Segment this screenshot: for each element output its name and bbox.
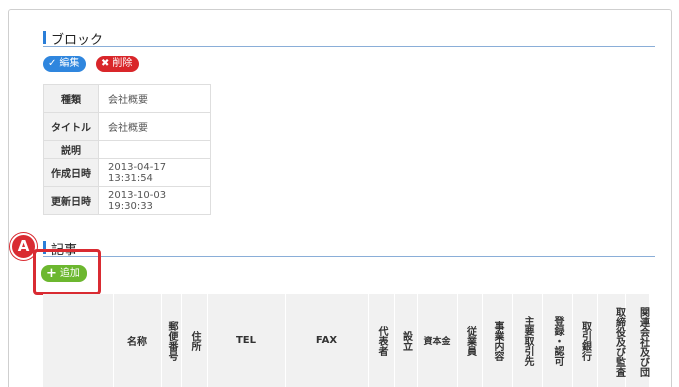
column-header-address: 住所: [181, 294, 208, 387]
info-label: 種類: [43, 84, 99, 113]
annotation-highlight-box: [33, 249, 101, 295]
edit-button[interactable]: ✓ 編集: [43, 56, 87, 72]
column-header-directors: 取締役及び監査: [597, 294, 626, 387]
articles-section-header: 記事: [43, 238, 655, 258]
articles-table: 名称 郵便番号 住所 TEL FAX 代表者 設立 資本金 従業員 事業内容 主…: [43, 294, 650, 387]
info-label: 作成日時: [43, 158, 99, 187]
info-label: 更新日時: [43, 186, 99, 215]
block-section-header: ブロック: [43, 28, 655, 48]
section-accent-bar: [43, 31, 46, 44]
info-row: 作成日時 2013-04-17 13:31:54: [43, 158, 211, 187]
section-divider: [43, 256, 655, 257]
block-info-table: 種類 会社概要 タイトル 会社概要 説明 作成日時 2013-04-17 13:…: [43, 84, 211, 215]
info-value: 会社概要: [98, 84, 211, 113]
column-header-postal-code: 郵便番号: [161, 294, 182, 387]
column-header-capital: 資本金: [417, 294, 458, 387]
section-divider: [43, 46, 655, 47]
column-header-business: 事業内容: [482, 294, 513, 387]
info-row: 種類 会社概要: [43, 84, 211, 113]
info-value: [98, 140, 211, 159]
column-header-main-clients: 主要取引先: [512, 294, 543, 387]
column-header-name: 名称: [113, 294, 162, 387]
column-header-tel: TEL: [207, 294, 286, 387]
column-header-related-companies: 関連会社及び団: [625, 294, 650, 387]
info-row: 更新日時 2013-10-03 19:30:33: [43, 186, 211, 215]
info-row: タイトル 会社概要: [43, 112, 211, 141]
info-label: 説明: [43, 140, 99, 159]
column-header-employees: 従業員: [457, 294, 483, 387]
column-header-representative: 代表者: [368, 294, 395, 387]
edit-button-label: 編集: [59, 58, 80, 69]
column-header-registration: 登録・認可: [542, 294, 573, 387]
column-header-select: [43, 294, 114, 387]
column-header-established: 設立: [394, 294, 418, 387]
delete-button[interactable]: ✖ 削除: [96, 56, 140, 72]
info-value: 2013-04-17 13:31:54: [98, 158, 211, 187]
column-header-fax: FAX: [285, 294, 369, 387]
column-header-bank: 取引銀行: [572, 294, 598, 387]
info-label: タイトル: [43, 112, 99, 141]
info-value: 2013-10-03 19:30:33: [98, 186, 211, 215]
info-row: 説明: [43, 140, 211, 159]
delete-button-label: 削除: [112, 58, 133, 69]
cross-icon: ✖: [101, 58, 110, 69]
info-value: 会社概要: [98, 112, 211, 141]
check-icon: ✓: [48, 58, 57, 69]
articles-header-row: 名称 郵便番号 住所 TEL FAX 代表者 設立 資本金 従業員 事業内容 主…: [43, 294, 650, 387]
